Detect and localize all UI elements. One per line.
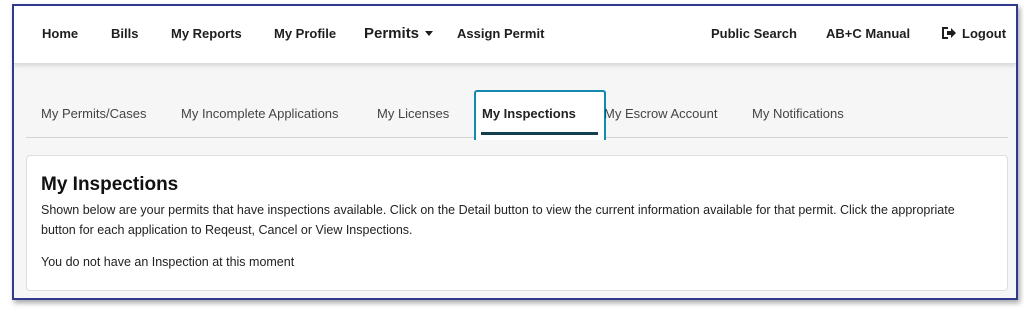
nav-assign-permit[interactable]: Assign Permit <box>457 6 544 60</box>
active-tab-underline <box>481 132 598 135</box>
tab-my-escrow-account[interactable]: My Escrow Account <box>604 90 717 137</box>
tab-my-inspections[interactable]: My Inspections <box>482 90 576 137</box>
empty-state-message: You do not have an Inspection at this mo… <box>41 255 295 269</box>
logout-label: Logout <box>962 25 1007 41</box>
page-description: Shown below are your permits that have i… <box>41 203 955 237</box>
nav-abc-manual[interactable]: AB+C Manual <box>826 6 910 60</box>
nav-home[interactable]: Home <box>42 6 78 60</box>
nav-bills[interactable]: Bills <box>111 6 138 60</box>
tab-my-notifications[interactable]: My Notifications <box>752 90 844 137</box>
nav-permits-label: Permits <box>364 24 420 42</box>
nav-my-reports[interactable]: My Reports <box>171 6 242 60</box>
tab-my-permits-cases[interactable]: My Permits/Cases <box>41 90 146 137</box>
top-navbar: Home Bills My Reports My Profile Permits… <box>14 6 1016 64</box>
logout-icon <box>941 26 957 40</box>
nav-my-profile[interactable]: My Profile <box>274 6 336 60</box>
account-tabs: My Permits/Cases My Incomplete Applicati… <box>26 90 1008 140</box>
page-title: My Inspections <box>41 174 179 195</box>
nav-permits-dropdown[interactable]: Permits <box>364 6 434 60</box>
inspections-panel: My Inspections Shown below are your perm… <box>26 155 1008 291</box>
nav-public-search[interactable]: Public Search <box>711 6 797 60</box>
tab-my-licenses[interactable]: My Licenses <box>377 90 449 137</box>
app-window: Home Bills My Reports My Profile Permits… <box>12 4 1018 300</box>
caret-down-icon <box>425 30 434 36</box>
tab-my-incomplete-applications[interactable]: My Incomplete Applications <box>181 90 339 137</box>
logout-button[interactable]: Logout <box>941 6 1006 60</box>
